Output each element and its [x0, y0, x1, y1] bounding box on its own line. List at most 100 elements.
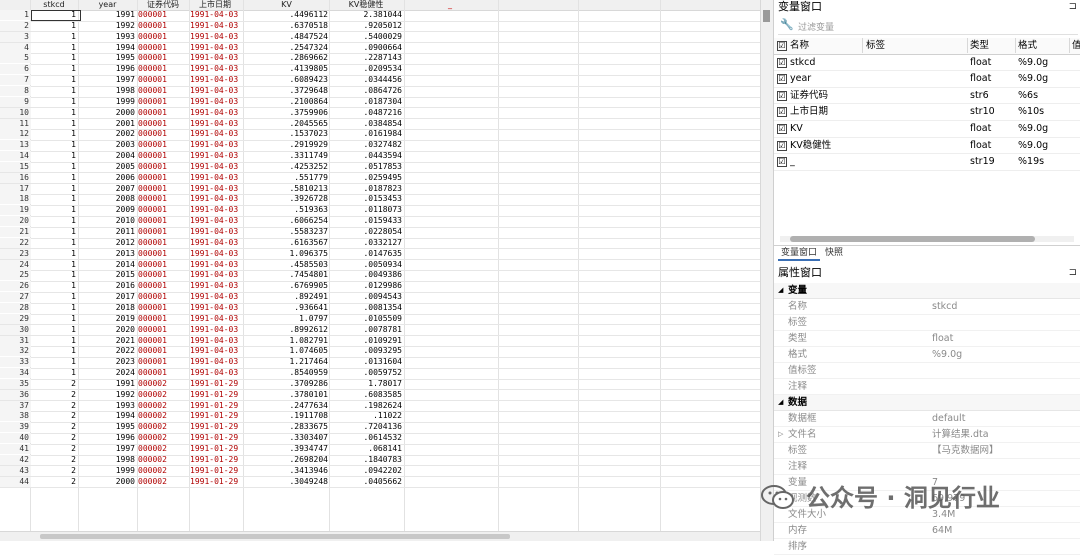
cell-kv-robust[interactable]: .0078781: [330, 325, 402, 335]
cell-code[interactable]: 000001: [138, 346, 188, 356]
tab-snapshot[interactable]: 快照: [822, 248, 846, 259]
cell-stkcd[interactable]: 1: [32, 64, 76, 74]
cell-kv[interactable]: .3303407: [245, 433, 328, 443]
collapse-icon[interactable]: ◢: [778, 395, 783, 410]
cell-code[interactable]: 000001: [138, 173, 188, 183]
cell-kv[interactable]: .1911708: [245, 411, 328, 421]
property-row[interactable]: 标签: [774, 315, 1080, 331]
property-row[interactable]: 格式 %9.0g: [774, 347, 1080, 363]
property-row[interactable]: ▷ 文件名 计算结果.dta: [774, 427, 1080, 443]
cell-kv-robust[interactable]: .2287143: [330, 53, 402, 63]
cell-year[interactable]: 1996: [80, 64, 135, 74]
tab-variables[interactable]: 变量窗口: [778, 248, 821, 261]
cell-code[interactable]: 000002: [138, 477, 188, 487]
cell-stkcd[interactable]: 2: [32, 455, 76, 465]
cell-code[interactable]: 000001: [138, 10, 188, 20]
cell-kv-robust[interactable]: .0049386: [330, 270, 402, 280]
header-label[interactable]: 标签: [866, 38, 966, 53]
cell-code[interactable]: 000001: [138, 162, 188, 172]
column-header-underscore[interactable]: _: [405, 0, 495, 10]
cell-kv[interactable]: .519363: [245, 205, 328, 215]
selected-cell[interactable]: [31, 10, 81, 21]
cell-listdate[interactable]: 1991-04-03: [190, 205, 240, 215]
filter-input[interactable]: 过滤变量: [798, 20, 834, 33]
table-row[interactable]: 16 1 2006 000001 1991-04-03 .551779.0259495: [0, 172, 760, 185]
column-header-kv[interactable]: KV: [245, 0, 328, 10]
cell-kv-robust[interactable]: .0118073: [330, 205, 402, 215]
cell-year[interactable]: 2008: [80, 194, 135, 204]
table-row[interactable]: 15 1 2005 000001 1991-04-03 .4253252.0517853: [0, 161, 760, 174]
cell-year[interactable]: 2004: [80, 151, 135, 161]
cell-listdate[interactable]: 1991-04-03: [190, 140, 240, 150]
cell-stkcd[interactable]: 1: [32, 205, 76, 215]
cell-stkcd[interactable]: 1: [32, 151, 76, 161]
cell-kv[interactable]: .2919929: [245, 140, 328, 150]
cell-kv[interactable]: .6163567: [245, 238, 328, 248]
cell-listdate[interactable]: 1991-04-03: [190, 97, 240, 107]
table-row[interactable]: 40 2 1996 000002 1991-01-29 .3303407.0614532: [0, 433, 760, 445]
cell-code[interactable]: 000002: [138, 379, 188, 389]
cell-stkcd[interactable]: 1: [32, 227, 76, 237]
cell-year[interactable]: 1999: [80, 97, 135, 107]
header-type[interactable]: 类型: [970, 38, 1014, 53]
cell-code[interactable]: 000001: [138, 325, 188, 335]
cell-kv-robust[interactable]: .0327482: [330, 140, 402, 150]
table-row[interactable]: 38 2 1994 000002 1991-01-29 .1911708.11022: [0, 411, 760, 424]
cell-year[interactable]: 2020: [80, 325, 135, 335]
cell-stkcd[interactable]: 1: [32, 173, 76, 183]
table-row[interactable]: 20 1 2010 000001 1991-04-03 .6066254.0159433: [0, 216, 760, 228]
cell-listdate[interactable]: 1991-04-03: [190, 292, 240, 302]
cell-year[interactable]: 2003: [80, 140, 135, 150]
cell-kv[interactable]: 1.074605: [245, 346, 328, 356]
cell-year[interactable]: 1991: [80, 10, 135, 20]
cell-kv[interactable]: .2547324: [245, 43, 328, 53]
table-row[interactable]: 8 1 1998 000001 1991-04-03 .3729648.0864726: [0, 85, 760, 98]
cell-kv-robust[interactable]: .0129986: [330, 281, 402, 291]
cell-kv-robust[interactable]: .5400029: [330, 32, 402, 42]
cell-year[interactable]: 2022: [80, 346, 135, 356]
table-row[interactable]: 17 1 2007 000001 1991-04-03 .5810213.0187823: [0, 183, 760, 196]
cell-listdate[interactable]: 1991-04-03: [190, 64, 240, 74]
cell-kv-robust[interactable]: .1982624: [330, 401, 402, 411]
column-header-stkcd[interactable]: stkcd: [32, 0, 76, 10]
cell-code[interactable]: 000001: [138, 75, 188, 85]
cell-kv-robust[interactable]: .0094543: [330, 292, 402, 302]
table-row[interactable]: 36 2 1992 000002 1991-01-29 .3780101.6083585: [0, 389, 760, 402]
cell-code[interactable]: 000001: [138, 357, 188, 367]
property-row[interactable]: 排序: [774, 539, 1080, 555]
table-row[interactable]: 32 1 2022 000001 1991-04-03 1.074605.0093295: [0, 346, 760, 358]
table-row[interactable]: 28 1 2018 000001 1991-04-03 .936641.0081354: [0, 302, 760, 315]
cell-stkcd[interactable]: 1: [32, 303, 76, 313]
cell-code[interactable]: 000001: [138, 119, 188, 129]
cell-listdate[interactable]: 1991-01-29: [190, 466, 240, 476]
cell-stkcd[interactable]: 2: [32, 390, 76, 400]
cell-stkcd[interactable]: 1: [32, 140, 76, 150]
cell-code[interactable]: 000002: [138, 411, 188, 421]
cell-year[interactable]: 1991: [80, 379, 135, 389]
table-row[interactable]: 30 1 2020 000001 1991-04-03 .8992612.0078781: [0, 324, 760, 337]
cell-stkcd[interactable]: 1: [32, 270, 76, 280]
cell-kv-robust[interactable]: .0259495: [330, 173, 402, 183]
cell-kv[interactable]: .8540959: [245, 368, 328, 378]
cell-year[interactable]: 2018: [80, 303, 135, 313]
table-row[interactable]: 44 2 2000 000002 1991-01-29 .3049248.0405662: [0, 476, 760, 489]
cell-year[interactable]: 1996: [80, 433, 135, 443]
table-row[interactable]: 31 1 2021 000001 1991-04-03 1.082791.0109291: [0, 335, 760, 348]
header-name[interactable]: 名称: [790, 38, 862, 53]
variable-row[interactable]: ☑ _ str19 %19s: [774, 154, 1080, 171]
cell-kv-robust[interactable]: 1.78017: [330, 379, 402, 389]
cell-kv-robust[interactable]: .7204136: [330, 422, 402, 432]
property-row[interactable]: 数据框 default: [774, 411, 1080, 427]
expand-icon[interactable]: ▷: [778, 427, 783, 442]
cell-year[interactable]: 2014: [80, 260, 135, 270]
table-row[interactable]: 33 1 2023 000001 1991-04-03 1.217464.0131604: [0, 357, 760, 369]
cell-kv[interactable]: .6769905: [245, 281, 328, 291]
cell-listdate[interactable]: 1991-04-03: [190, 53, 240, 63]
cell-kv-robust[interactable]: .068141: [330, 444, 402, 454]
cell-kv-robust[interactable]: .0105509: [330, 314, 402, 324]
cell-kv[interactable]: 1.082791: [245, 336, 328, 346]
property-row[interactable]: 注释: [774, 379, 1080, 395]
cell-listdate[interactable]: 1991-04-03: [190, 260, 240, 270]
cell-kv[interactable]: .2045565: [245, 119, 328, 129]
cell-kv-robust[interactable]: .0050934: [330, 260, 402, 270]
